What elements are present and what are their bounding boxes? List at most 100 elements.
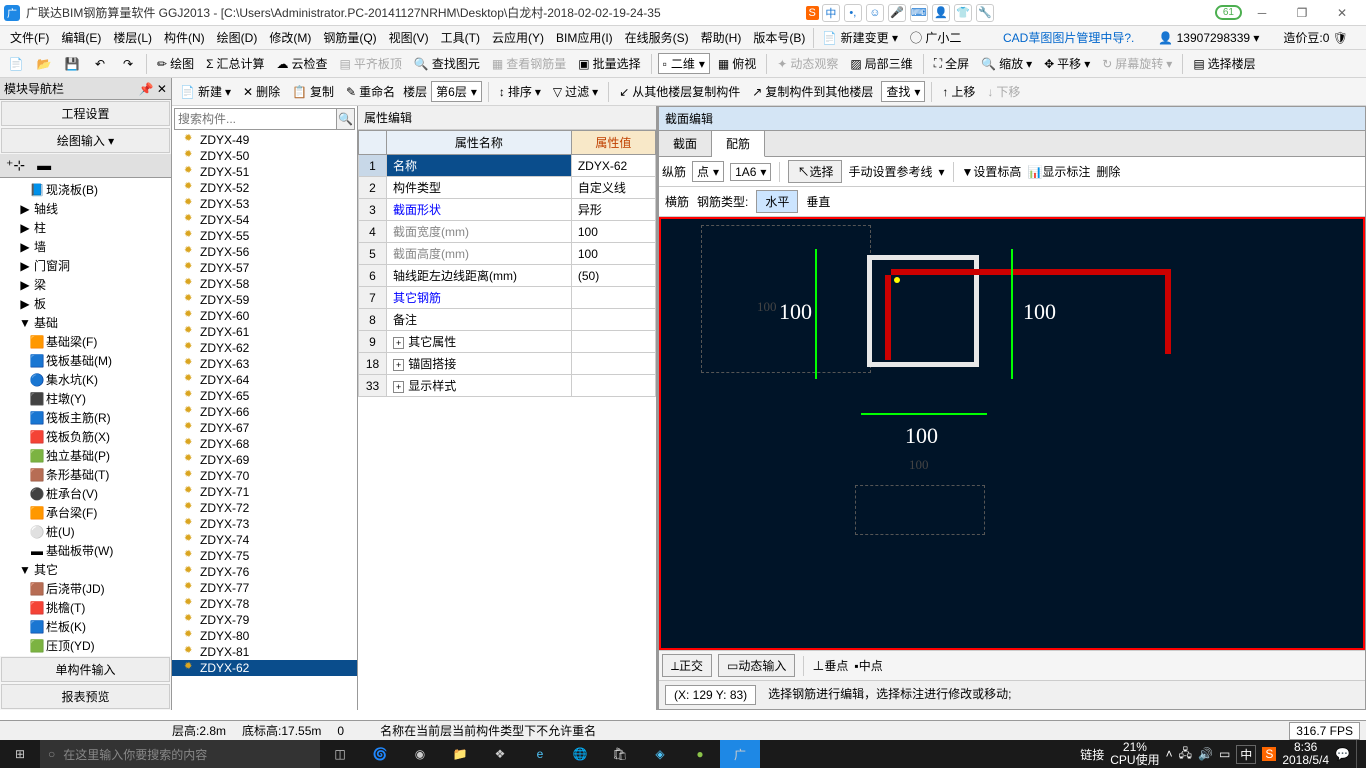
list-item[interactable]: ZDYX-77 bbox=[172, 580, 357, 596]
coin-label[interactable]: 造价豆:0 🛡 bbox=[1277, 27, 1354, 48]
list-item[interactable]: ZDYX-52 bbox=[172, 180, 357, 196]
list-item[interactable]: ZDYX-59 bbox=[172, 292, 357, 308]
menu-修改(M)[interactable]: 修改(M) bbox=[263, 27, 317, 48]
tree-item[interactable]: 🟧承台梁(F) bbox=[2, 503, 169, 522]
list-item[interactable]: ZDYX-57 bbox=[172, 260, 357, 276]
menu-楼层(L)[interactable]: 楼层(L) bbox=[107, 27, 158, 48]
search-button[interactable]: 🔍 bbox=[336, 109, 354, 129]
copy-comp-button[interactable]: 📋复制 bbox=[288, 81, 338, 102]
net-label[interactable]: 链接 bbox=[1080, 746, 1104, 763]
menu-编辑(E)[interactable]: 编辑(E) bbox=[55, 27, 107, 48]
set-mark-button[interactable]: ▼设置标高 bbox=[962, 163, 1022, 180]
menu-在线服务(S)[interactable]: 在线服务(S) bbox=[619, 27, 695, 48]
prop-row[interactable]: 8备注 bbox=[359, 309, 656, 331]
view-2d-select[interactable]: ▫ 二维 ▾ bbox=[658, 53, 710, 74]
app-icon-5[interactable]: ◈ bbox=[640, 740, 680, 768]
vertical-button[interactable]: 垂直 bbox=[806, 193, 830, 210]
start-button[interactable]: ⊞ bbox=[0, 740, 40, 768]
ime-s-tray[interactable]: S bbox=[1262, 747, 1276, 761]
tree-item[interactable]: 🟩压顶(YD) bbox=[2, 636, 169, 655]
menu-视图(V)[interactable]: 视图(V) bbox=[383, 27, 435, 48]
list-item[interactable]: ZDYX-49 bbox=[172, 132, 357, 148]
cad-link[interactable]: CAD草图图片管理中导?. bbox=[997, 27, 1140, 48]
tree-item[interactable]: 🟩独立基础(P) bbox=[2, 446, 169, 465]
search-input[interactable] bbox=[175, 109, 336, 129]
view-steel-button[interactable]: ▦查看钢筋量 bbox=[488, 53, 570, 74]
local-3d-button[interactable]: ▨局部三维 bbox=[846, 53, 916, 74]
nav-report[interactable]: 报表预览 bbox=[1, 684, 170, 709]
ime-skin[interactable]: 👕 bbox=[954, 4, 972, 22]
flat-button[interactable]: ▤平齐板顶 bbox=[336, 53, 406, 74]
tree-item[interactable]: ⚪桩(U) bbox=[2, 522, 169, 541]
list-item[interactable]: ZDYX-56 bbox=[172, 244, 357, 260]
list-item[interactable]: ZDYX-71 bbox=[172, 484, 357, 500]
list-item[interactable]: ZDYX-54 bbox=[172, 212, 357, 228]
prop-row[interactable]: 2构件类型自定义线 bbox=[359, 177, 656, 199]
ime-emoji[interactable]: ☺ bbox=[866, 4, 884, 22]
del-comp-button[interactable]: ✕删除 bbox=[239, 81, 284, 102]
find-elem-button[interactable]: 🔍查找图元 bbox=[410, 53, 484, 74]
bird-view-button[interactable]: ▦俯视 bbox=[714, 53, 760, 74]
ime-tool[interactable]: 🔧 bbox=[976, 4, 994, 22]
ime-badge[interactable]: S bbox=[806, 6, 819, 20]
nav-tree[interactable]: 📘现浇板(B)▶轴线▶柱▶墙▶门窗洞▶梁▶板▼基础🟧基础梁(F)🟦筏板基础(M)… bbox=[0, 178, 171, 656]
nav-tab-2[interactable]: ▬ bbox=[31, 154, 57, 177]
tree-item[interactable]: ▬基础板带(W) bbox=[2, 541, 169, 560]
list-item[interactable]: ZDYX-64 bbox=[172, 372, 357, 388]
cpu-meter[interactable]: 21%CPU使用 bbox=[1110, 741, 1159, 767]
app-icon-1[interactable]: 🌀 bbox=[360, 740, 400, 768]
show-desktop[interactable] bbox=[1356, 740, 1362, 768]
nav-single-input[interactable]: 单构件输入 bbox=[1, 657, 170, 682]
manual-ref-button[interactable]: 手动设置参考线 bbox=[848, 163, 932, 180]
list-item[interactable]: ZDYX-67 bbox=[172, 420, 357, 436]
filter-button[interactable]: ▽过滤 ▾ bbox=[549, 81, 602, 102]
undo-button[interactable]: ↶ bbox=[88, 54, 112, 74]
store-icon[interactable]: 🛍 bbox=[600, 740, 640, 768]
ie-icon[interactable]: 🌐 bbox=[560, 740, 600, 768]
list-item[interactable]: ZDYX-70 bbox=[172, 468, 357, 484]
new-file-button[interactable]: 📄 bbox=[4, 54, 28, 74]
list-item[interactable]: ZDYX-76 bbox=[172, 564, 357, 580]
copy-to-button[interactable]: ↗复制构件到其他楼层 bbox=[748, 81, 877, 102]
list-item[interactable]: ZDYX-58 bbox=[172, 276, 357, 292]
del-mark-button[interactable]: 删除 bbox=[1096, 163, 1120, 180]
menu-BIM应用(I)[interactable]: BIM应用(I) bbox=[550, 27, 619, 48]
prop-row[interactable]: 7其它钢筋 bbox=[359, 287, 656, 309]
ime-tray[interactable]: 中 bbox=[1236, 745, 1256, 764]
tree-item[interactable]: 🟦筏板基础(M) bbox=[2, 351, 169, 370]
tree-item[interactable]: 🔵集水坑(K) bbox=[2, 370, 169, 389]
tab-rebar[interactable]: 配筋 bbox=[712, 131, 765, 157]
tree-item[interactable]: 📘现浇板(B) bbox=[2, 180, 169, 199]
redo-button[interactable]: ↷ bbox=[116, 54, 140, 74]
mid-snap-button[interactable]: ▪中点 bbox=[854, 657, 882, 674]
list-item[interactable]: ZDYX-61 bbox=[172, 324, 357, 340]
prop-row[interactable]: 4截面宽度(mm)100 bbox=[359, 221, 656, 243]
tree-item[interactable]: ▶轴线 bbox=[2, 199, 169, 218]
nav-tab-1[interactable]: ⁺⊹ bbox=[0, 154, 31, 177]
tray-net-icon[interactable]: 🖧 bbox=[1179, 744, 1192, 765]
list-item[interactable]: ZDYX-80 bbox=[172, 628, 357, 644]
tray-up-icon[interactable]: ˄ bbox=[1166, 747, 1173, 761]
list-item[interactable]: ZDYX-51 bbox=[172, 164, 357, 180]
ime-voice[interactable]: 🎤 bbox=[888, 4, 906, 22]
list-item[interactable]: ZDYX-73 bbox=[172, 516, 357, 532]
menu-帮助(H)[interactable]: 帮助(H) bbox=[695, 27, 748, 48]
new-change-menu[interactable]: 📄 新建变更 ▾ bbox=[816, 27, 904, 48]
notification-icon[interactable]: 💬 bbox=[1335, 747, 1350, 761]
tree-item[interactable]: 🟥筏板负筋(X) bbox=[2, 427, 169, 446]
zoom-button[interactable]: 🔍缩放 ▾ bbox=[977, 53, 1036, 74]
tree-item[interactable]: ▶柱 bbox=[2, 218, 169, 237]
tree-item[interactable]: 🟦筏板主筋(R) bbox=[2, 408, 169, 427]
menu-文件(F)[interactable]: 文件(F) bbox=[4, 27, 55, 48]
floor-select[interactable]: 第6层 ▾ bbox=[431, 81, 482, 102]
move-up-button[interactable]: ↑上移 bbox=[938, 81, 979, 102]
pan-button[interactable]: ✥平移 ▾ bbox=[1040, 53, 1094, 74]
menu-工具(T)[interactable]: 工具(T) bbox=[435, 27, 486, 48]
rotate-button[interactable]: ↻屏幕旋转 ▾ bbox=[1098, 53, 1176, 74]
tree-item[interactable]: ▶板 bbox=[2, 294, 169, 313]
prop-row[interactable]: 33+显示样式 bbox=[359, 375, 656, 397]
tree-item[interactable]: ▼自定义 bbox=[2, 655, 169, 656]
list-item[interactable]: ZDYX-60 bbox=[172, 308, 357, 324]
menu-云应用(Y)[interactable]: 云应用(Y) bbox=[486, 27, 550, 48]
phone-label[interactable]: 👤 13907298339 ▾ bbox=[1152, 29, 1265, 47]
